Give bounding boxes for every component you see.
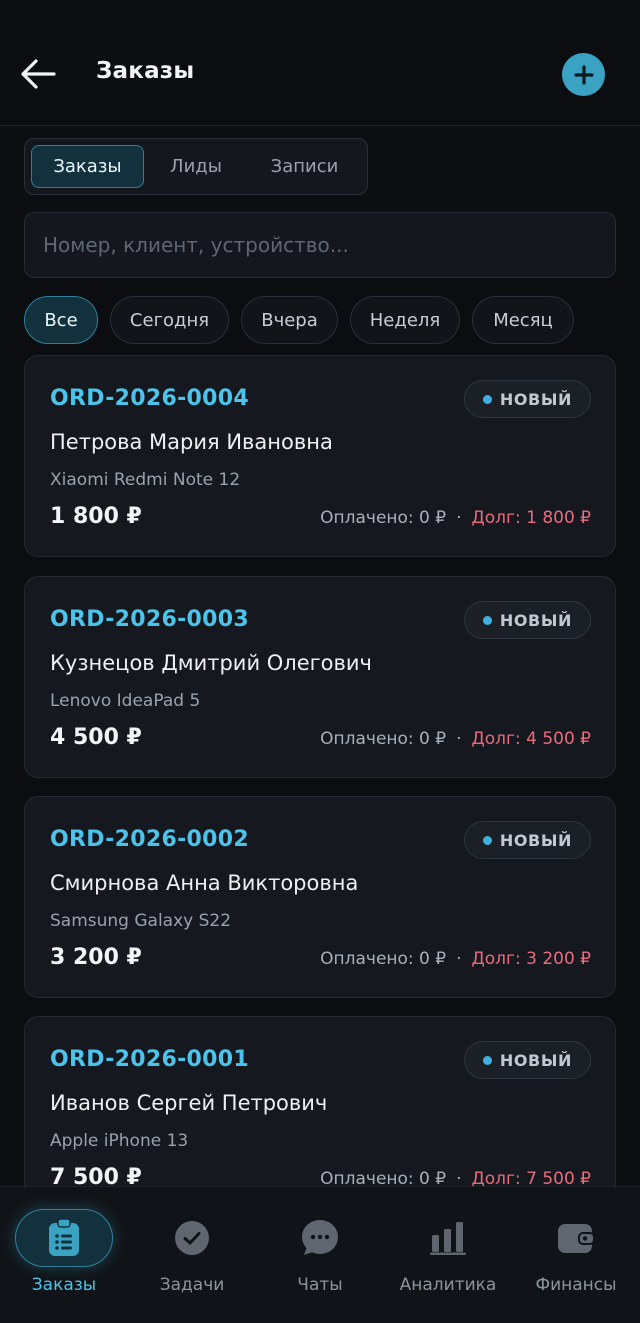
separator-dot: · xyxy=(456,729,462,749)
debt-amount: Долг: 4 500 ₽ xyxy=(471,729,592,749)
tab-appointments[interactable]: Записи xyxy=(247,145,362,188)
debt-amount: Долг: 1 800 ₽ xyxy=(471,508,592,528)
device-name: Lenovo IdeaPad 5 xyxy=(50,691,201,711)
order-card[interactable]: ORD-2026-0003 НОВЫЙ Кузнецов Дмитрий Оле… xyxy=(24,576,616,778)
bottom-navigation: Заказы Задачи Чаты Аналитика Финансы xyxy=(0,1186,640,1323)
nav-label: Финансы xyxy=(535,1275,617,1295)
status-badge: НОВЫЙ xyxy=(463,601,591,639)
nav-item-chats[interactable]: Чаты xyxy=(256,1187,384,1323)
status-label: НОВЫЙ xyxy=(499,389,572,409)
status-badge: НОВЫЙ xyxy=(463,1041,591,1079)
client-name: Иванов Сергей Петрович xyxy=(50,1091,328,1115)
page-title: Заказы xyxy=(96,58,195,84)
filter-chip-week[interactable]: Неделя xyxy=(350,296,460,344)
app-header: Заказы xyxy=(0,0,640,126)
nav-item-tasks[interactable]: Задачи xyxy=(128,1187,256,1323)
search-input[interactable] xyxy=(25,213,615,277)
chat-bubble-icon xyxy=(302,1220,338,1255)
client-name: Петрова Мария Ивановна xyxy=(50,430,333,454)
check-circle-icon xyxy=(175,1221,209,1255)
plus-icon xyxy=(573,64,594,85)
payment-summary: Оплачено: 0 ₽ · Долг: 1 800 ₽ xyxy=(320,508,591,528)
nav-label: Задачи xyxy=(159,1275,225,1295)
order-id: ORD-2026-0003 xyxy=(50,607,249,632)
nav-item-analytics[interactable]: Аналитика xyxy=(384,1187,512,1323)
paid-amount: Оплачено: 0 ₽ xyxy=(320,729,447,749)
order-card[interactable]: ORD-2026-0002 НОВЫЙ Смирнова Анна Виктор… xyxy=(24,796,616,998)
status-label: НОВЫЙ xyxy=(499,830,572,850)
order-amount: 4 500 ₽ xyxy=(50,725,142,750)
nav-label: Заказы xyxy=(31,1275,97,1295)
nav-icon-container xyxy=(143,1209,241,1267)
status-label: НОВЫЙ xyxy=(499,610,572,630)
bar-chart-icon xyxy=(430,1222,466,1255)
payment-summary: Оплачено: 0 ₽ · Долг: 4 500 ₽ xyxy=(320,729,591,749)
tab-leads[interactable]: Лиды xyxy=(145,145,247,188)
nav-icon-container xyxy=(527,1209,625,1267)
payment-summary: Оплачено: 0 ₽ · Долг: 3 200 ₽ xyxy=(320,949,591,969)
filter-chip-month[interactable]: Месяц xyxy=(472,296,574,344)
order-id: ORD-2026-0004 xyxy=(50,386,249,411)
nav-item-orders[interactable]: Заказы xyxy=(0,1187,128,1323)
nav-label: Аналитика xyxy=(399,1275,497,1295)
nav-icon-container xyxy=(271,1209,369,1267)
arrow-left-icon xyxy=(21,59,56,89)
status-dot-icon xyxy=(482,615,492,625)
status-badge: НОВЫЙ xyxy=(463,821,591,859)
status-dot-icon xyxy=(482,1055,492,1065)
paid-amount: Оплачено: 0 ₽ xyxy=(320,508,447,528)
nav-icon-container xyxy=(399,1209,497,1267)
status-dot-icon xyxy=(482,394,492,404)
nav-icon-container xyxy=(15,1209,113,1267)
separator-dot: · xyxy=(456,508,462,528)
search-box xyxy=(24,212,616,278)
section-tabs: Заказы Лиды Записи xyxy=(24,138,368,195)
device-name: Xiaomi Redmi Note 12 xyxy=(50,470,241,490)
client-name: Смирнова Анна Викторовна xyxy=(50,871,359,895)
order-id: ORD-2026-0001 xyxy=(50,1047,249,1072)
nav-label: Чаты xyxy=(297,1275,343,1295)
device-name: Samsung Galaxy S22 xyxy=(50,911,232,931)
status-label: НОВЫЙ xyxy=(499,1050,572,1070)
filter-chip-yesterday[interactable]: Вчера xyxy=(241,296,338,344)
separator-dot: · xyxy=(456,949,462,969)
nav-item-finance[interactable]: Финансы xyxy=(512,1187,640,1323)
order-amount: 1 800 ₽ xyxy=(50,504,142,529)
filter-chip-today[interactable]: Сегодня xyxy=(110,296,229,344)
clipboard-list-icon xyxy=(49,1219,79,1256)
paid-amount: Оплачено: 0 ₽ xyxy=(320,949,447,969)
device-name: Apple iPhone 13 xyxy=(50,1131,189,1151)
filter-chip-all[interactable]: Все xyxy=(24,296,98,344)
status-dot-icon xyxy=(482,835,492,845)
client-name: Кузнецов Дмитрий Олегович xyxy=(50,651,372,675)
debt-amount: Долг: 3 200 ₽ xyxy=(471,949,592,969)
status-badge: НОВЫЙ xyxy=(463,380,591,418)
order-amount: 3 200 ₽ xyxy=(50,945,142,970)
back-button[interactable] xyxy=(16,54,60,94)
order-id: ORD-2026-0002 xyxy=(50,827,249,852)
order-card[interactable]: ORD-2026-0004 НОВЫЙ Петрова Мария Иванов… xyxy=(24,355,616,557)
tab-orders[interactable]: Заказы xyxy=(31,145,144,188)
wallet-icon xyxy=(558,1224,595,1253)
add-order-button[interactable] xyxy=(562,53,605,96)
